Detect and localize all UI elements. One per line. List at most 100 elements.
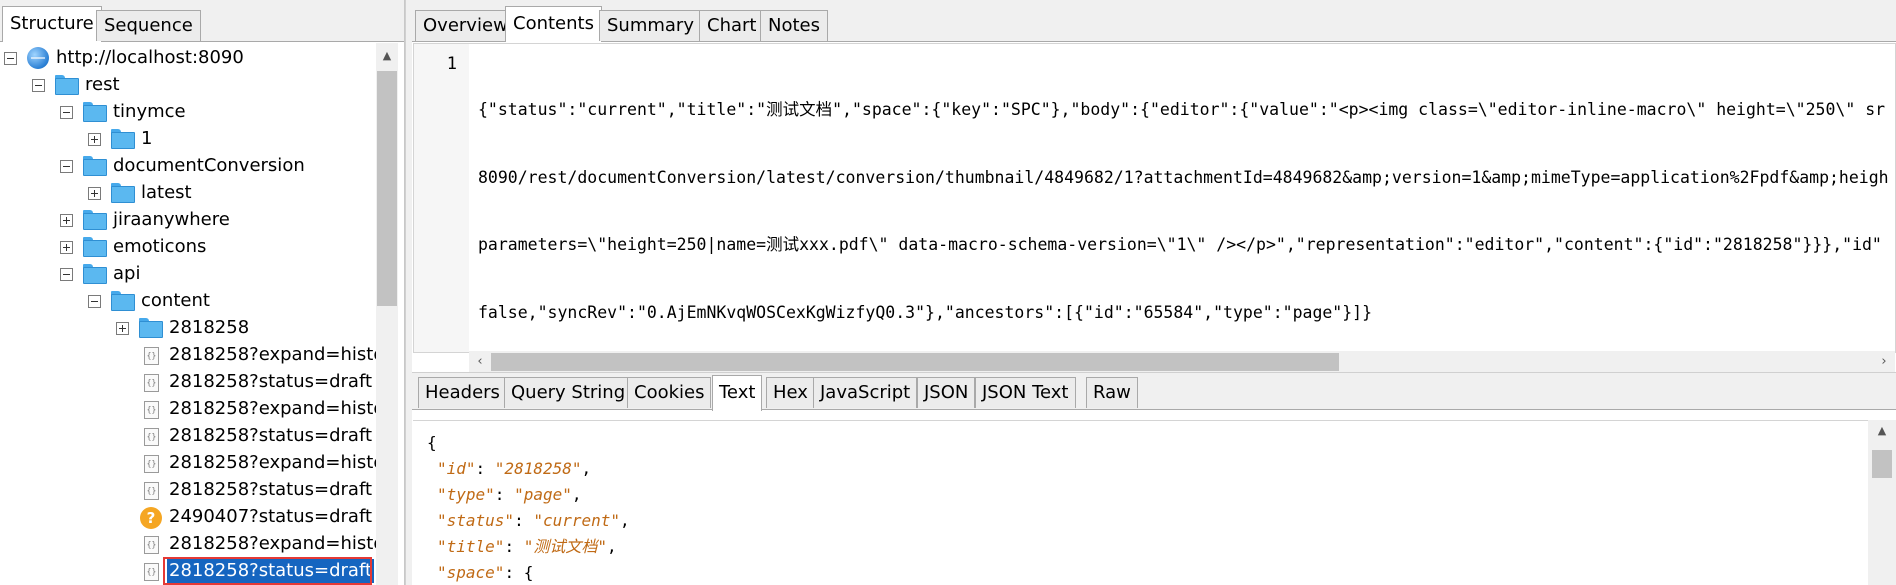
folder-icon	[83, 156, 107, 176]
scroll-up-icon[interactable]: ▲	[1871, 424, 1893, 442]
raw-request-editor[interactable]: 1 {"status":"current","title":"测试文档","sp…	[413, 43, 1896, 373]
line-number: 1	[446, 54, 457, 74]
collapse-icon[interactable]	[60, 268, 73, 281]
tab-contents[interactable]: Contents	[505, 6, 602, 42]
tab-hex[interactable]: Hex	[766, 377, 815, 408]
tab-raw[interactable]: Raw	[1086, 377, 1138, 408]
scrollbar-thumb[interactable]	[377, 71, 397, 306]
scroll-left-icon[interactable]: ‹	[469, 351, 491, 373]
scroll-right-icon[interactable]: ›	[1873, 351, 1895, 373]
json-document-icon: {}	[144, 401, 159, 419]
json-row: "status": "current",	[437, 511, 630, 530]
tab-text[interactable]: Text	[712, 375, 763, 411]
scrollbar-thumb[interactable]	[1872, 450, 1892, 478]
tab-javascript[interactable]: JavaScript	[813, 377, 918, 408]
request-label: 2490407?status=draft	[169, 506, 373, 527]
request-body-text[interactable]: {"status":"current","title":"测试文档","spac…	[478, 54, 1895, 369]
tree-node-content[interactable]: content	[0, 288, 376, 315]
folder-icon	[83, 264, 107, 284]
expand-icon[interactable]	[60, 241, 73, 254]
json-open-brace: {	[427, 433, 437, 452]
collapse-icon[interactable]	[88, 295, 101, 308]
expand-icon[interactable]	[88, 133, 101, 146]
scroll-up-icon[interactable]: ▲	[376, 45, 398, 67]
json-document-icon: {}	[144, 482, 159, 500]
tree-node-rest[interactable]: rest	[0, 72, 376, 99]
tab-query-string[interactable]: Query String	[504, 377, 633, 408]
tree-request-item[interactable]: {} 2818258?status=draft	[0, 477, 376, 504]
tab-cookies[interactable]: Cookies	[627, 377, 712, 408]
tree-request-item[interactable]: {} 2818258?expand=histo	[0, 450, 376, 477]
tree-node-root[interactable]: http://localhost:8090	[0, 45, 376, 72]
inspector-pane: Overview Contents Summary Chart Notes 1 …	[412, 0, 1896, 585]
tree-node-latest[interactable]: latest	[0, 180, 376, 207]
tab-structure[interactable]: Structure	[2, 6, 102, 42]
right-tabbar: Overview Contents Summary Chart Notes	[412, 0, 1896, 42]
request-label: 2818258?status=draft	[169, 479, 373, 500]
tab-sequence[interactable]: Sequence	[96, 10, 201, 41]
folder-icon	[83, 210, 107, 230]
tab-overview[interactable]: Overview	[415, 10, 516, 41]
editor-horizontal-scrollbar[interactable]: ‹ ›	[469, 351, 1895, 373]
tree-node-label: content	[141, 290, 210, 311]
tree-node-label: latest	[141, 182, 192, 203]
structure-pane: Structure Sequence http://localhost:8090…	[0, 0, 405, 585]
collapse-icon[interactable]	[4, 52, 17, 65]
line-number-gutter: 1	[414, 44, 469, 352]
tree-request-item[interactable]: {} 2818258?expand=histo	[0, 396, 376, 423]
tree-node-2818258[interactable]: 2818258	[0, 315, 376, 342]
code-line: {"status":"current","title":"测试文档","spac…	[478, 100, 1886, 119]
expand-icon[interactable]	[116, 322, 129, 335]
tab-summary[interactable]: Summary	[599, 10, 702, 41]
json-row: "id": "2818258",	[437, 459, 592, 478]
tree-request-item[interactable]: ? 2490407?status=draft	[0, 504, 376, 531]
tree-node-emoticons[interactable]: emoticons	[0, 234, 376, 261]
scrollbar-thumb[interactable]	[491, 353, 1339, 371]
collapse-icon[interactable]	[60, 106, 73, 119]
json-value: "page"	[514, 485, 572, 504]
globe-icon	[27, 47, 49, 69]
folder-icon	[83, 102, 107, 122]
tab-json[interactable]: JSON	[917, 377, 976, 408]
tree-request-item[interactable]: {} 2818258?status=draft	[0, 369, 376, 396]
tree-node-tinymce[interactable]: tinymce	[0, 99, 376, 126]
tab-notes[interactable]: Notes	[760, 10, 828, 41]
tree-node-label: emoticons	[113, 236, 207, 257]
tree-node-tinymce-1[interactable]: 1	[0, 126, 376, 153]
collapse-icon[interactable]	[32, 79, 45, 92]
tree-request-item[interactable]: {} 2818258?status=draft	[0, 423, 376, 450]
tab-headers[interactable]: Headers	[418, 377, 507, 408]
collapse-icon[interactable]	[60, 160, 73, 173]
tree-request-item-selected[interactable]: {} 2818258?status=draft	[0, 557, 376, 585]
folder-icon	[111, 183, 135, 203]
folder-icon	[111, 291, 135, 311]
tab-json-text[interactable]: JSON Text	[975, 377, 1076, 408]
tree-node-api[interactable]: api	[0, 261, 376, 288]
json-key: "type"	[437, 485, 495, 504]
json-comma: ,	[581, 459, 592, 478]
folder-icon	[139, 318, 163, 338]
json-comma: ,	[571, 485, 582, 504]
tree-scrollbar[interactable]: ▲	[376, 43, 398, 585]
json-document-icon: {}	[144, 428, 159, 446]
json-document-icon: {}	[144, 374, 159, 392]
response-tabbar: Headers Query String Cookies Text Hex Ja…	[412, 372, 1896, 411]
code-line: false,"syncRev":"0.AjEmNKvqWOSCexKgWizfy…	[478, 302, 1373, 322]
expand-icon[interactable]	[88, 187, 101, 200]
selection-highlight	[163, 557, 372, 585]
tab-chart[interactable]: Chart	[699, 10, 765, 41]
json-comma: ,	[620, 511, 630, 530]
tree-node-jiraanywhere[interactable]: jiraanywhere	[0, 207, 376, 234]
code-line: 8090/rest/documentConversion/latest/conv…	[478, 167, 1889, 187]
json-value: "2818258"	[494, 459, 582, 478]
response-text-view[interactable]: { "id": "2818258", "type": "page", "stat…	[413, 420, 1868, 585]
expand-icon[interactable]	[60, 214, 73, 227]
json-document-icon: {}	[144, 563, 159, 581]
tree-request-item[interactable]: {} 2818258?expand=histo	[0, 342, 376, 369]
tree-request-item[interactable]: {} 2818258?expand=histo	[0, 531, 376, 558]
json-document-icon: {}	[144, 347, 159, 365]
response-scrollbar[interactable]: ▲	[1868, 420, 1896, 585]
tree-node-documentconversion[interactable]: documentConversion	[0, 153, 376, 180]
pane-splitter[interactable]	[405, 0, 412, 585]
json-row: "space": {	[437, 563, 534, 582]
